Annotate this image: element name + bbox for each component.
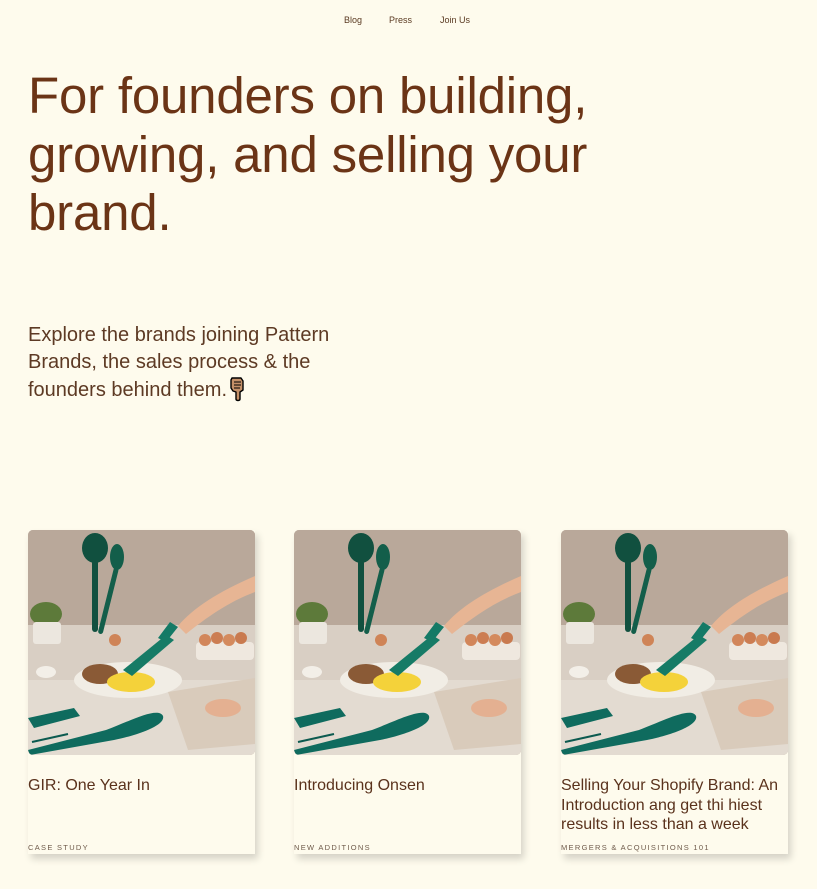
post-card-category: NEW ADDITIONS [294, 843, 371, 852]
post-card-shopify[interactable]: Selling Your Shopify Brand: An Introduct… [561, 530, 788, 854]
kitchen-utensils-photo [294, 530, 521, 755]
post-card-category: CASE STUDY [28, 843, 89, 852]
hero-subtitle: Explore the brands joining Pattern Brand… [28, 322, 373, 404]
post-card-title[interactable]: Introducing Onsen [294, 776, 514, 796]
post-card-gir[interactable]: GIR: One Year In CASE STUDY [28, 530, 255, 854]
nav-link-blog[interactable]: Blog [344, 15, 362, 25]
kitchen-utensils-photo [28, 530, 255, 755]
post-card-onsen[interactable]: Introducing Onsen NEW ADDITIONS [294, 530, 521, 854]
post-card-image[interactable] [561, 530, 788, 755]
pointing-down-hand-icon [228, 376, 248, 402]
post-card-category: MERGERS & ACQUISITIONS 101 [561, 843, 710, 852]
hero-title: For founders on building, growing, and s… [28, 67, 588, 241]
post-card-image[interactable] [294, 530, 521, 755]
top-nav: Blog Press Join Us [0, 15, 817, 29]
nav-link-join-us[interactable]: Join Us [440, 15, 470, 25]
nav-link-press[interactable]: Press [389, 15, 412, 25]
post-card-title[interactable]: GIR: One Year In [28, 776, 248, 796]
post-card-image[interactable] [28, 530, 255, 755]
post-card-title[interactable]: Selling Your Shopify Brand: An Introduct… [561, 776, 781, 835]
kitchen-utensils-photo [561, 530, 788, 755]
hero-subtitle-text: Explore the brands joining Pattern Brand… [28, 324, 330, 401]
